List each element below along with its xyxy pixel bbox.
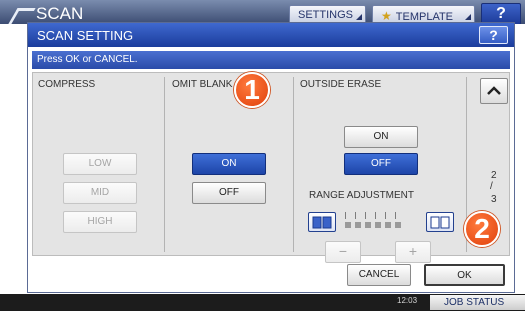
- corner-arrow-icon: [356, 14, 362, 20]
- outside-erase-on-button[interactable]: ON: [344, 126, 418, 148]
- omit-blank-on-button[interactable]: ON: [192, 153, 266, 175]
- compress-high-button[interactable]: HIGH: [63, 211, 137, 233]
- outside-erase-label: OUTSIDE ERASE: [300, 79, 382, 90]
- page-separator: /: [490, 181, 493, 192]
- cancel-button[interactable]: CANCEL: [347, 264, 411, 286]
- range-scale: [345, 212, 403, 230]
- book-icon: [430, 216, 450, 229]
- settings-panel: COMPRESS LOW MID HIGH OMIT BLANK ON OFF …: [32, 72, 510, 263]
- omit-blank-label: OMIT BLANK: [172, 79, 233, 90]
- range-scale-bar: [345, 222, 403, 228]
- app-bar: SCAN SETTINGS ★ TEMPLATE ?: [0, 0, 525, 24]
- book-icon: [312, 216, 332, 229]
- app-title: SCAN: [36, 4, 84, 23]
- corner-arrow-icon: [465, 14, 471, 20]
- section-divider: [293, 77, 294, 252]
- dialog-header: SCAN SETTING ?: [28, 23, 514, 47]
- settings-label: SETTINGS: [298, 9, 354, 21]
- page-up-button[interactable]: [480, 78, 508, 104]
- message-bar: Press OK or CANCEL.: [32, 51, 510, 69]
- compress-low-button[interactable]: LOW: [63, 153, 137, 175]
- step-1-callout: 1: [234, 72, 270, 108]
- ok-button[interactable]: OK: [424, 264, 505, 286]
- status-bar: 12:03 JOB STATUS: [0, 294, 525, 311]
- range-scale-ticks: [345, 212, 403, 219]
- wide-range-icon: [426, 212, 454, 232]
- chevron-up-icon: [487, 86, 501, 95]
- current-page: 2: [491, 170, 497, 181]
- step-2-callout: 2: [464, 211, 500, 247]
- compress-mid-button[interactable]: MID: [63, 182, 137, 204]
- dialog-footer: CANCEL OK: [32, 259, 510, 290]
- total-pages: 3: [491, 194, 497, 205]
- outside-erase-off-button[interactable]: OFF: [344, 153, 418, 175]
- compress-label: COMPRESS: [38, 79, 96, 90]
- section-divider: [164, 77, 165, 252]
- star-icon: ★: [381, 9, 392, 23]
- job-status-button[interactable]: JOB STATUS: [430, 295, 525, 310]
- dialog-title: SCAN SETTING: [37, 28, 134, 43]
- omit-blank-off-button[interactable]: OFF: [192, 182, 266, 204]
- range-adjustment-label: RANGE ADJUSTMENT: [309, 190, 415, 201]
- narrow-range-icon: [308, 212, 336, 232]
- app-help-button[interactable]: ?: [481, 3, 521, 24]
- scan-setting-dialog: SCAN SETTING ? Press OK or CANCEL. COMPR…: [27, 22, 515, 293]
- clock: 12:03: [397, 296, 418, 305]
- dialog-help-button[interactable]: ?: [479, 26, 508, 44]
- message-text: Press OK or CANCEL.: [37, 54, 138, 65]
